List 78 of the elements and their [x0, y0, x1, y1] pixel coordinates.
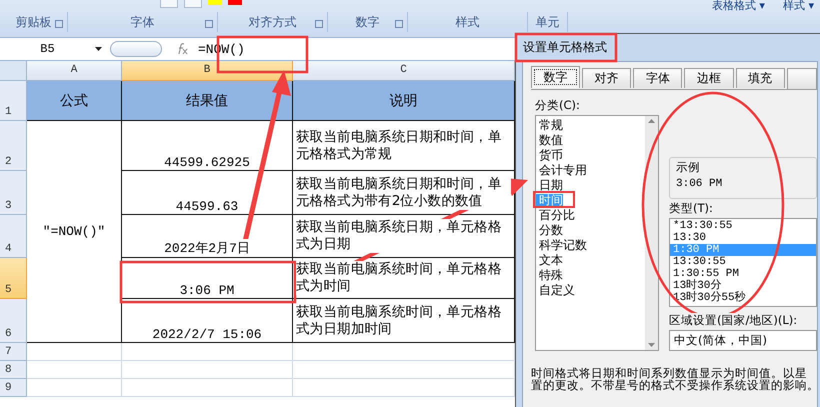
column-header[interactable]: B [122, 61, 293, 81]
locale-dropdown[interactable]: 中文(简体，中国) [669, 330, 817, 351]
row-header[interactable]: 7 [0, 343, 27, 361]
dialog-launcher-icon[interactable] [55, 20, 63, 28]
scroll-up-icon[interactable] [648, 119, 655, 123]
list-item[interactable]: 13:30 [670, 232, 816, 244]
dialog-launcher-icon[interactable] [205, 20, 213, 28]
list-item[interactable]: 科学记数 [536, 238, 587, 250]
header-cell: 结果值 [122, 81, 293, 121]
scrollbar[interactable] [645, 116, 658, 350]
ribbon-button[interactable]: 表格格式 ▾ [706, 0, 771, 12]
list-item[interactable]: 13:30:55 [670, 256, 816, 268]
tab[interactable] [786, 68, 817, 89]
row-header[interactable]: 4 [0, 215, 27, 258]
ribbon-button[interactable]: 样式 ▾ [776, 0, 820, 12]
header-cell: 说明 [293, 81, 515, 121]
list-item[interactable]: 分数 [536, 224, 563, 236]
empty-cell[interactable] [122, 343, 293, 361]
ribbon-group-label: 字体 [130, 14, 154, 30]
empty-cell[interactable] [293, 343, 515, 361]
list-item[interactable]: 数值 [536, 134, 563, 146]
table-cell: ″=NOW()″ [27, 121, 122, 343]
ribbon-group-label: 对齐方式 [248, 14, 296, 30]
font-color-button[interactable] [228, 0, 242, 5]
list-item[interactable]: *13:30:55 [670, 220, 816, 232]
list-item[interactable]: 百分比 [536, 208, 575, 220]
dialog-title: 设置单元格格式 [523, 39, 607, 56]
slider-handle[interactable] [110, 41, 162, 57]
list-item[interactable]: 1:30:55 PM [670, 268, 816, 280]
row-header[interactable]: 3 [0, 171, 27, 215]
row-header[interactable]: 5 [0, 258, 27, 299]
tab[interactable]: 字体 [633, 68, 682, 88]
highlight-color-button[interactable] [208, 0, 222, 5]
description-text: 时间格式将日期和时间系列数值显示为时间值。以星 [531, 367, 808, 379]
list-item[interactable]: 文本 [536, 254, 563, 266]
sample-value: 3:06 PM [676, 178, 724, 190]
ribbon-group-label: 数字 [356, 14, 380, 30]
name-box[interactable]: B5 [0, 42, 95, 56]
type-label: 类型(T): [669, 201, 714, 216]
empty-cell[interactable] [122, 361, 293, 379]
column-header[interactable]: C [293, 61, 515, 81]
row-header[interactable]: 8 [0, 361, 27, 379]
ribbon-group-label: 样式 [456, 14, 480, 30]
empty-cell[interactable] [122, 379, 293, 397]
dialog-launcher-icon[interactable] [395, 20, 403, 28]
scroll-down-icon[interactable] [648, 343, 655, 347]
tab[interactable]: 边框 [684, 68, 734, 88]
list-item[interactable]: 日期 [536, 178, 563, 190]
row-header[interactable]: 9 [0, 379, 27, 397]
list-item[interactable]: 特殊 [536, 268, 563, 280]
ribbon-group-label: 单元 [536, 14, 560, 30]
dialog-launcher-icon[interactable] [315, 20, 323, 28]
category-list[interactable]: 常规 数值 货币 会计专用 日期 时间 百分比 分数 科学记数 文本 特殊 自定义 [535, 115, 659, 351]
ribbon-group-label: 剪贴板 [16, 14, 52, 30]
locale-label: 区域设置(国家/地区)(L): [669, 313, 798, 328]
category-label: 分类(C): [535, 98, 581, 113]
table-cell: 2022年2月7日 [164, 239, 250, 257]
row-header[interactable]: 1 [0, 81, 27, 121]
empty-cell[interactable] [293, 361, 515, 379]
tab[interactable]: 对齐 [582, 68, 632, 88]
list-item[interactable]: 货币 [536, 148, 563, 160]
row-header[interactable]: 6 [0, 299, 27, 343]
highlight-rectangle [533, 191, 575, 208]
column-header[interactable]: A [27, 61, 122, 81]
group-label: 示例 [676, 160, 701, 175]
tab[interactable]: 数字 [531, 66, 580, 88]
list-item[interactable]: 会计专用 [536, 164, 587, 176]
list-item[interactable]: 自定义 [536, 284, 575, 296]
empty-cell[interactable] [293, 379, 515, 397]
list-item[interactable]: 13时30分 [670, 280, 816, 292]
function-icon[interactable] [176, 43, 188, 55]
list-item[interactable]: 常规 [536, 118, 563, 130]
tab[interactable]: 填充 [736, 68, 785, 88]
row-header[interactable]: 2 [0, 121, 27, 171]
header-cell: 公式 [27, 81, 122, 121]
description-text: 置的更改。不带星号的格式不受操作系统设置的影响。 [531, 379, 817, 391]
select-all-corner[interactable] [0, 61, 27, 81]
dropdown-caret-icon[interactable] [95, 47, 102, 51]
